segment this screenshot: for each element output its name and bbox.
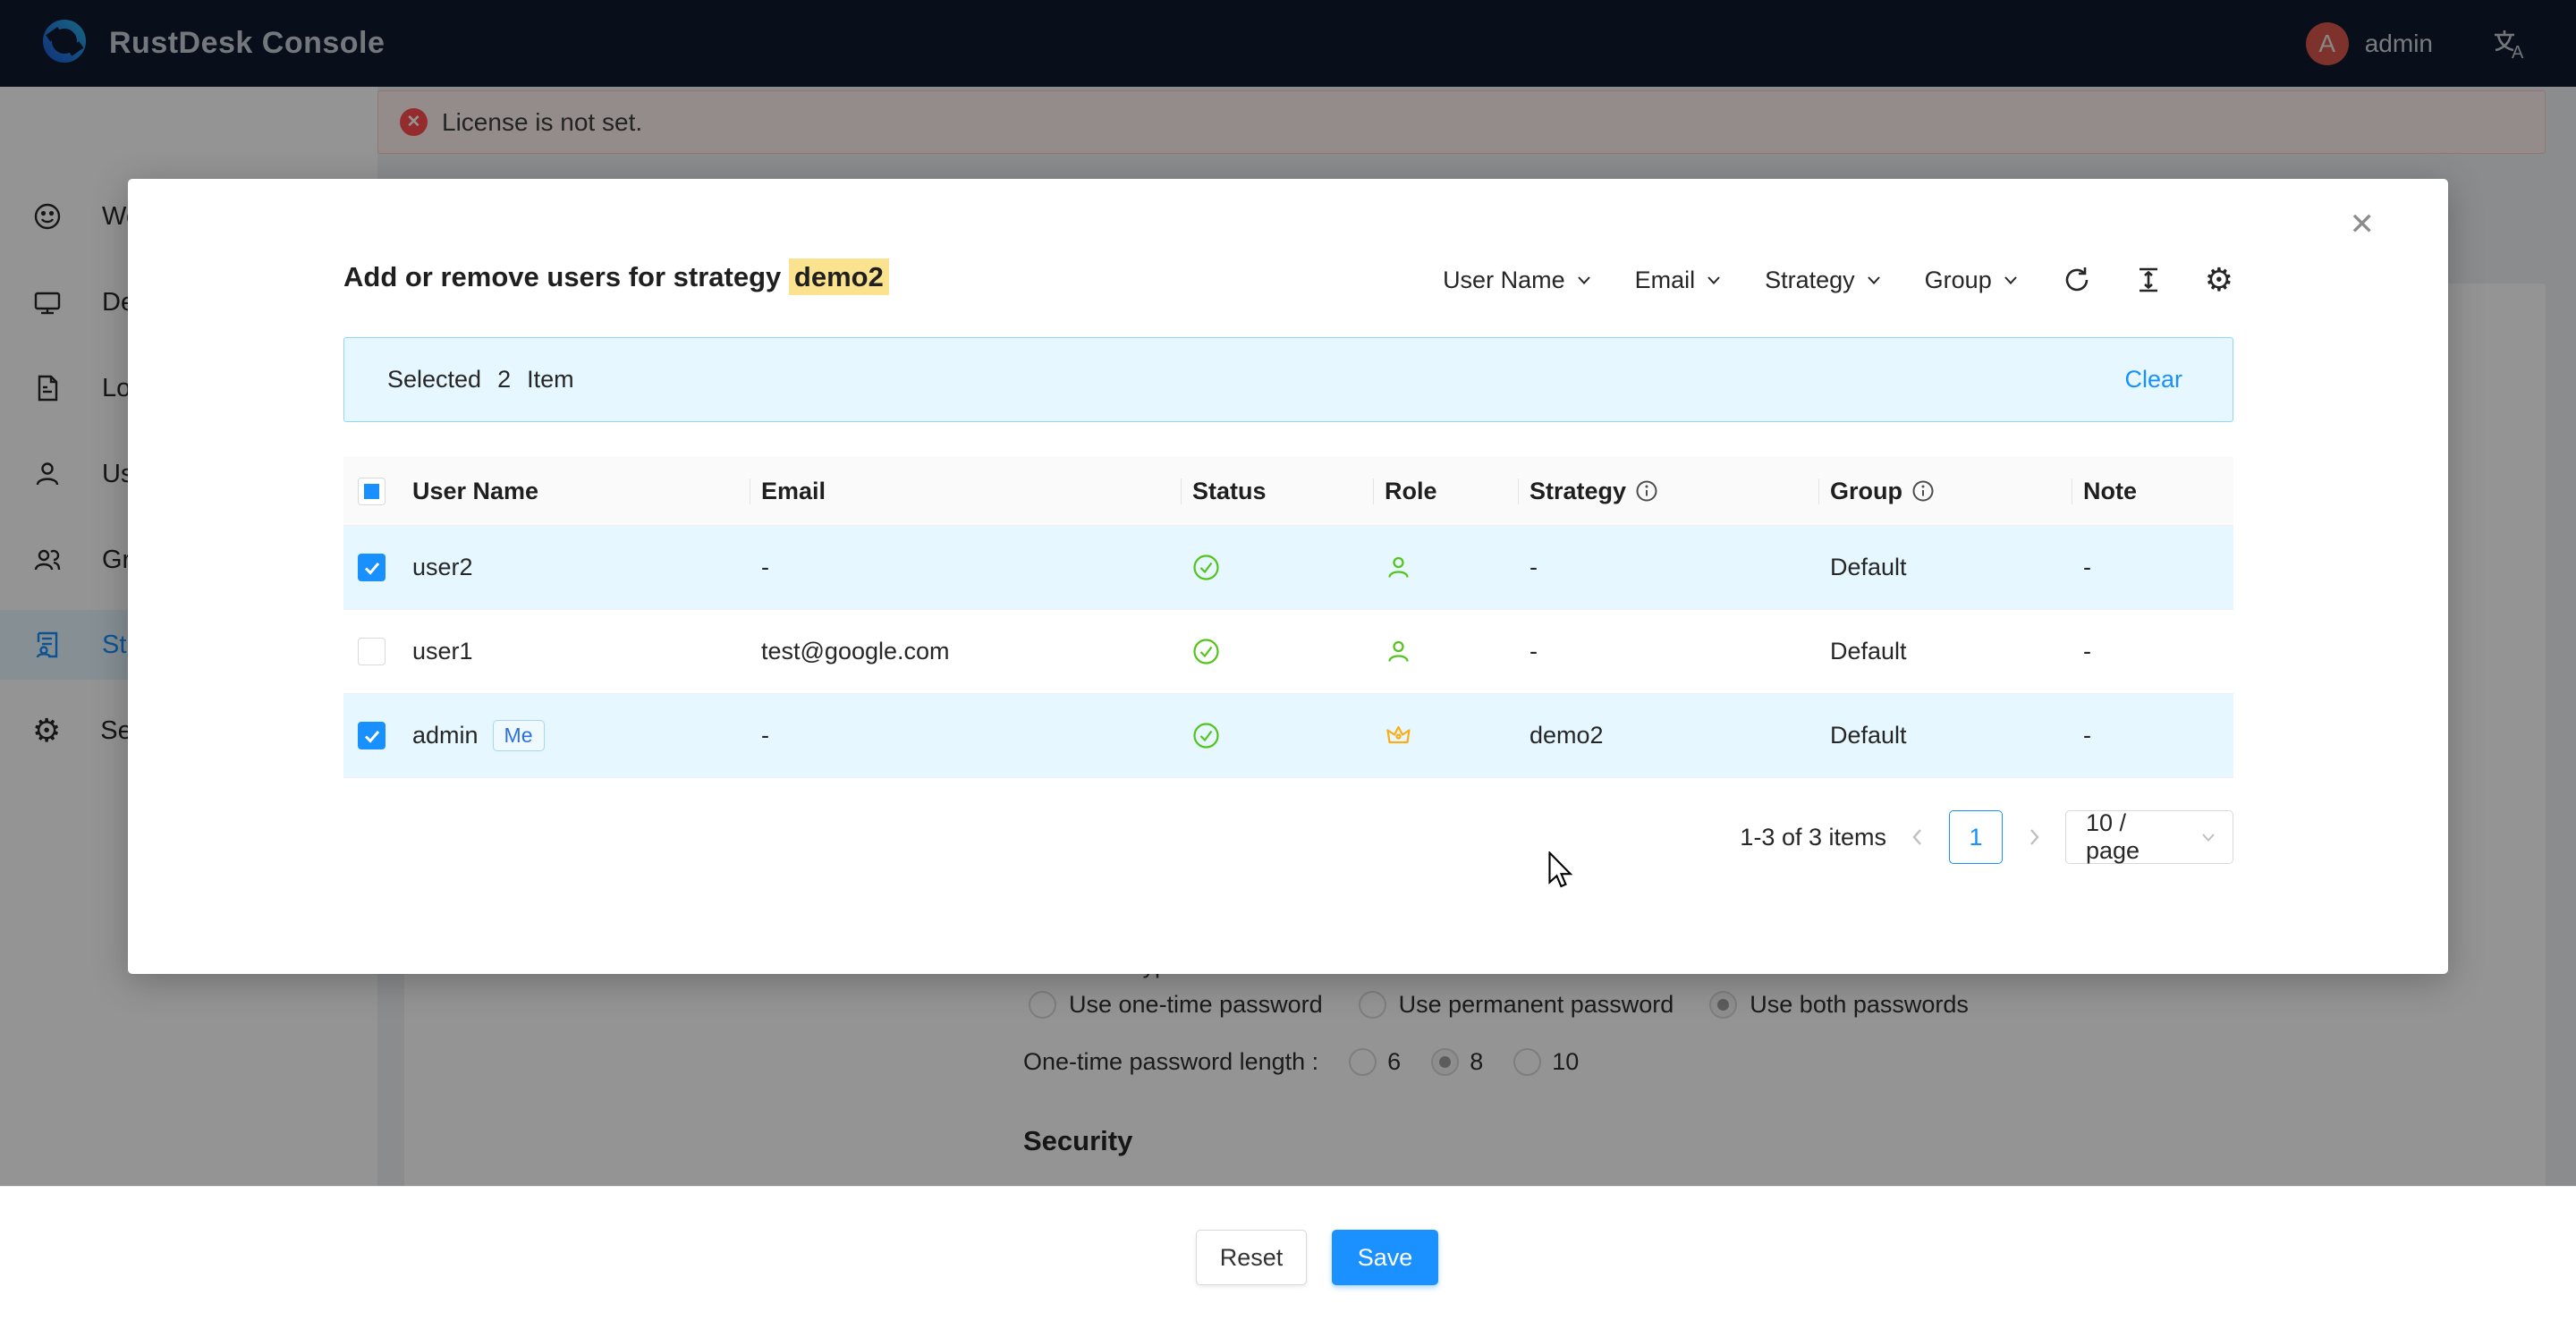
selected-count: 2 (497, 366, 511, 394)
save-button[interactable]: Save (1332, 1230, 1438, 1285)
selected-unit: Item (527, 366, 574, 394)
row-checkbox[interactable] (358, 554, 386, 581)
cell-note: - (2072, 554, 2233, 581)
check-icon (361, 725, 383, 747)
filter-strategy[interactable]: Strategy (1765, 267, 1884, 294)
chevron-down-icon (1864, 270, 1884, 290)
cell-email: - (750, 554, 1181, 581)
pagination: 1-3 of 3 items 1 10 / page (1740, 809, 2233, 865)
add-remove-users-modal: ✕ Add or remove users for strategy demo2… (128, 179, 2448, 974)
chevron-down-icon (1574, 270, 1594, 290)
filter-label: Email (1635, 267, 1696, 294)
filter-email[interactable]: Email (1635, 267, 1724, 294)
table-row[interactable]: admin Me - demo2 Default - (343, 694, 2233, 778)
cell-status (1181, 722, 1373, 749)
cell-group: Default (1818, 554, 2072, 581)
strategy-name-highlight: demo2 (789, 258, 889, 295)
next-page-icon[interactable] (2022, 825, 2046, 849)
role-user-icon (1385, 554, 1412, 581)
info-icon (1911, 479, 1935, 503)
filter-label: User Name (1443, 267, 1565, 294)
cell-role (1373, 638, 1518, 665)
cell-status (1181, 638, 1373, 665)
cell-strategy: - (1518, 554, 1818, 581)
cell-note: - (2072, 638, 2233, 665)
screen: RustDesk Console A admin A (0, 0, 2576, 1329)
table-row[interactable]: user2 - - Default - (343, 526, 2233, 610)
role-user-icon (1385, 638, 1412, 665)
settings-icon[interactable]: ⚙ (2205, 261, 2233, 299)
select-all-checkbox[interactable] (358, 478, 386, 505)
column-status[interactable]: Status (1181, 457, 1373, 525)
cell-group: Default (1818, 722, 2072, 749)
user-name-text: admin (412, 722, 479, 749)
row-checkbox[interactable] (358, 638, 386, 665)
cell-email: test@google.com (750, 638, 1181, 665)
filter-user-name[interactable]: User Name (1443, 267, 1594, 294)
column-note[interactable]: Note (2072, 457, 2233, 525)
modal-title: Add or remove users for strategy demo2 (343, 261, 889, 293)
pagination-total: 1-3 of 3 items (1740, 824, 1886, 851)
status-enabled-icon (1192, 638, 1220, 665)
refresh-icon[interactable] (2062, 265, 2092, 295)
column-group[interactable]: Group (1818, 457, 2072, 525)
check-icon (361, 557, 383, 579)
filter-group[interactable]: Group (1925, 267, 2021, 294)
table-header: User Name Email Status Role Strategy Gro… (343, 457, 2233, 526)
column-strategy[interactable]: Strategy (1518, 457, 1818, 525)
column-role[interactable]: Role (1373, 457, 1518, 525)
column-height-icon[interactable] (2133, 265, 2164, 295)
role-admin-crown-icon (1385, 722, 1412, 749)
page-size-select[interactable]: 10 / page (2065, 810, 2233, 864)
table-row[interactable]: user1 test@google.com - Default - (343, 610, 2233, 694)
cell-status (1181, 554, 1373, 581)
info-icon (1635, 479, 1658, 503)
page-size-value: 10 / page (2086, 809, 2186, 865)
chevron-down-icon (1704, 270, 1724, 290)
column-user-name[interactable]: User Name (401, 457, 750, 525)
cell-role (1373, 722, 1518, 749)
clear-selection-link[interactable]: Clear (2124, 366, 2182, 394)
filter-label: Group (1925, 267, 1992, 294)
page-footer: Reset Save (0, 1186, 2576, 1329)
cell-user-name: admin Me (401, 720, 750, 751)
column-email[interactable]: Email (750, 457, 1181, 525)
selected-label: Selected (387, 366, 481, 394)
cell-note: - (2072, 722, 2233, 749)
cell-user-name: user2 (401, 554, 750, 581)
selection-status: Selected 2 Item (387, 366, 574, 394)
cell-strategy: demo2 (1518, 722, 1818, 749)
prev-page-icon[interactable] (1906, 825, 1929, 849)
chevron-down-icon (2001, 270, 2021, 290)
close-icon[interactable]: ✕ (2350, 209, 2376, 240)
status-enabled-icon (1192, 722, 1220, 749)
cell-email: - (750, 722, 1181, 749)
cell-user-name: user1 (401, 638, 750, 665)
status-enabled-icon (1192, 554, 1220, 581)
modal-title-text: Add or remove users for strategy (343, 261, 781, 292)
me-badge: Me (493, 720, 545, 751)
chevron-down-icon (2199, 827, 2218, 847)
filter-bar: User Name Email Strategy Group (1443, 258, 2233, 302)
cell-group: Default (1818, 638, 2072, 665)
page-number[interactable]: 1 (1949, 810, 2003, 864)
selection-bar: Selected 2 Item Clear (343, 337, 2233, 422)
cell-strategy: - (1518, 638, 1818, 665)
filter-label: Strategy (1765, 267, 1855, 294)
reset-button[interactable]: Reset (1196, 1230, 1307, 1285)
cell-role (1373, 554, 1518, 581)
row-checkbox[interactable] (358, 722, 386, 749)
